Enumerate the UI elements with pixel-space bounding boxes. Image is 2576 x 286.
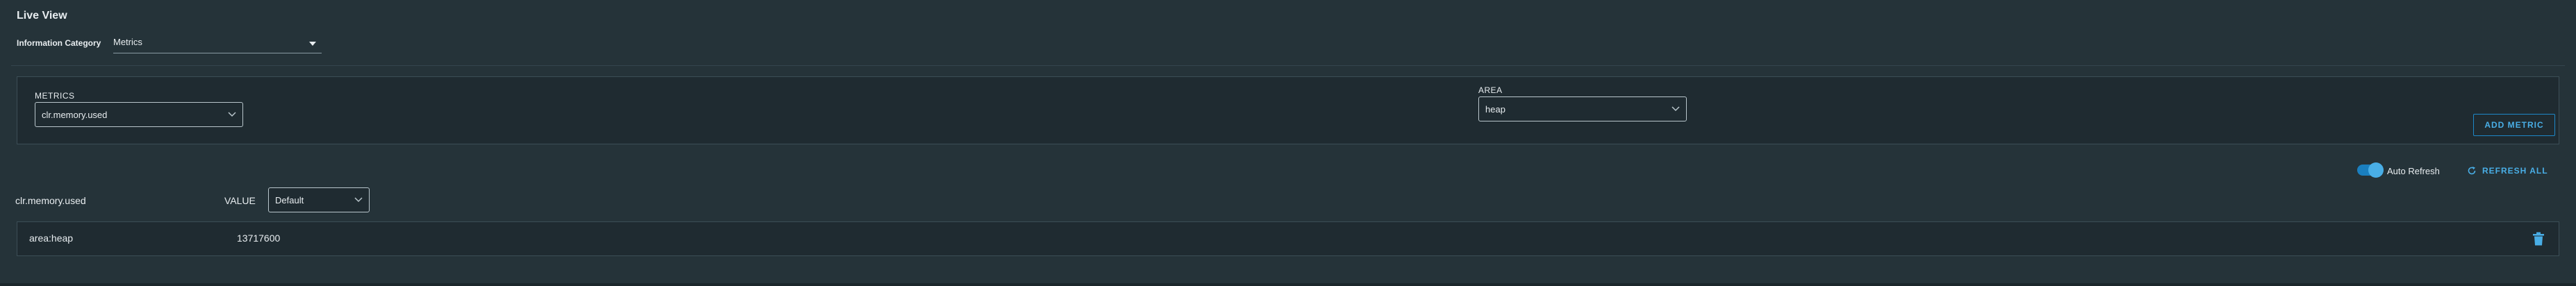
chevron-down-icon	[228, 112, 236, 117]
add-metric-button[interactable]: ADD METRIC	[2473, 114, 2555, 136]
metrics-select-value: clr.memory.used	[42, 110, 108, 120]
chevron-down-icon	[354, 197, 363, 203]
value-select[interactable]: Default	[268, 187, 370, 212]
value-select-value: Default	[275, 195, 304, 205]
divider	[11, 65, 2565, 66]
area-label: AREA	[1478, 85, 1503, 95]
live-view-page: Live View Information Category Metrics M…	[0, 0, 2576, 286]
toggle-knob	[2368, 162, 2384, 178]
page-title: Live View	[17, 10, 67, 22]
dropdown-caret-icon	[309, 42, 316, 46]
chevron-down-icon	[1671, 106, 1680, 112]
area-select-value: heap	[1485, 104, 1505, 115]
metric-tag: area:heap	[29, 233, 74, 244]
value-label: VALUE	[224, 195, 256, 206]
refresh-all-button[interactable]: REFRESH ALL	[2467, 166, 2548, 176]
information-category-value: Metrics	[113, 37, 142, 47]
refresh-icon	[2468, 167, 2476, 175]
auto-refresh-toggle[interactable]	[2357, 162, 2384, 178]
metric-name: clr.memory.used	[15, 195, 86, 206]
metric-value: 13717600	[237, 233, 281, 244]
metrics-label: METRICS	[35, 91, 75, 101]
metrics-select[interactable]: clr.memory.used	[35, 102, 243, 127]
refresh-all-label: REFRESH ALL	[2482, 166, 2548, 176]
table-row: area:heap 13717600	[17, 221, 2559, 256]
bottom-border	[0, 283, 2576, 286]
metrics-selection-panel: METRICS clr.memory.used AREA heap ADD ME…	[17, 76, 2559, 144]
information-category-label: Information Category	[17, 38, 101, 48]
information-category-select[interactable]: Metrics	[113, 35, 322, 53]
trash-icon[interactable]	[2532, 232, 2545, 246]
area-select[interactable]: heap	[1478, 96, 1687, 121]
auto-refresh-label: Auto Refresh	[2387, 166, 2440, 176]
